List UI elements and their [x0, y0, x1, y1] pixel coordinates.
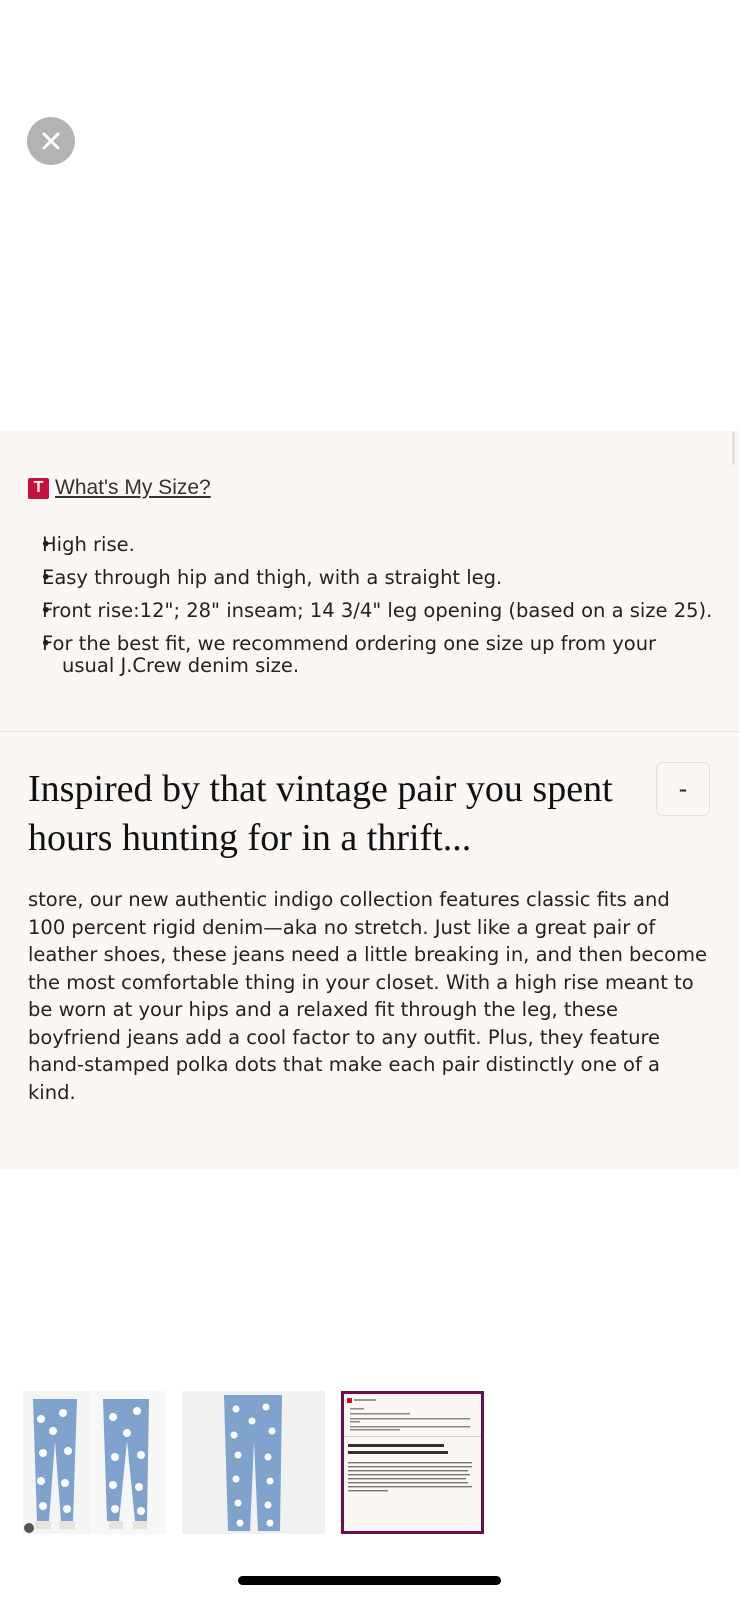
fit-detail-text: For the best fit, we recommend ordering …: [42, 632, 657, 677]
list-item: For the best fit, we recommend ordering …: [14, 633, 714, 677]
jeans-flat-image: [224, 1395, 282, 1531]
thumbnail-description[interactable]: [341, 1391, 484, 1534]
description-body: store, our new authentic indigo collecti…: [28, 888, 708, 1104]
list-item: Easy through hip and thigh, with a strai…: [14, 566, 714, 590]
description-preview-image: [344, 1398, 481, 1492]
whats-my-size-link[interactable]: What's My Size?: [55, 476, 211, 500]
jeans-model-image: [23, 1391, 166, 1534]
close-button[interactable]: [27, 117, 75, 165]
section-divider: [0, 731, 739, 732]
fit-detail-text: Easy through hip and thigh, with a strai…: [42, 566, 503, 589]
collapse-button[interactable]: -: [656, 762, 710, 816]
size-guide-row: T What's My Size?: [28, 476, 211, 500]
thumbnail-model-photo[interactable]: [23, 1391, 166, 1534]
brand-logo: T: [28, 477, 49, 499]
thumbnail-flat-photo[interactable]: [182, 1391, 325, 1534]
fit-details-list: High rise. Easy through hip and thigh, w…: [14, 534, 714, 688]
scroll-indicator[interactable]: [732, 431, 735, 465]
fit-detail-text: Front rise:12"; 28" inseam; 14 3/4" leg …: [42, 599, 713, 622]
description-heading: Inspired by that vintage pair you spent …: [28, 768, 613, 859]
thumbnail-strip: [23, 1391, 500, 1534]
list-item: Front rise:12"; 28" inseam; 14 3/4" leg …: [14, 599, 714, 623]
list-item: High rise.: [14, 533, 714, 557]
close-icon: [42, 132, 60, 150]
fit-detail-text: High rise.: [42, 533, 135, 556]
home-indicator[interactable]: [238, 1576, 501, 1585]
